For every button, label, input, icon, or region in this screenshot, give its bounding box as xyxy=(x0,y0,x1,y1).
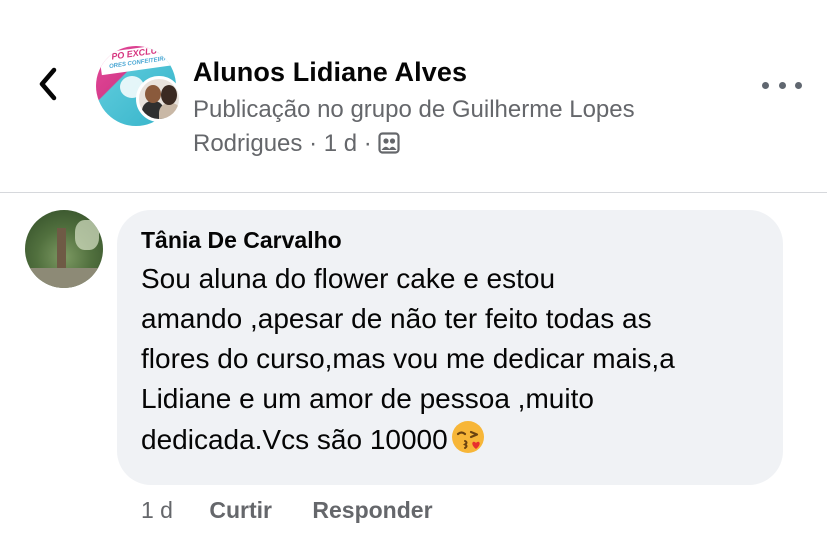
group-name[interactable]: Alunos Lidiane Alves xyxy=(193,57,467,88)
comment-last-line: dedicada.Vcs são 10000 xyxy=(141,419,771,466)
commenter-name[interactable]: Tânia De Carvalho xyxy=(141,227,342,254)
group-members-icon xyxy=(378,130,401,164)
chevron-left-icon xyxy=(39,67,57,101)
post-time[interactable]: 1 d xyxy=(324,130,357,157)
separator: · xyxy=(363,130,372,157)
group-avatar-banner: PO EXCLUS ORES CONFEITEIRA xyxy=(98,46,176,76)
divider xyxy=(0,192,827,193)
face-blowing-kiss-emoji xyxy=(450,419,486,466)
separator: · xyxy=(309,130,318,157)
post-subtitle-text[interactable]: Publicação no grupo de Guilherme Lopes R… xyxy=(193,96,635,157)
like-button[interactable]: Curtir xyxy=(209,497,272,524)
comment-time[interactable]: 1 d xyxy=(141,497,173,524)
author-avatar[interactable] xyxy=(136,76,182,122)
comment-line: amando ,apesar de não ter feito todas as xyxy=(141,303,652,334)
comment-line: Sou aluna do flower cake e estou xyxy=(141,263,556,294)
reply-button[interactable]: Responder xyxy=(312,497,432,524)
comment-line: dedicada.Vcs são 10000 xyxy=(141,424,448,455)
commenter-avatar[interactable] xyxy=(25,210,103,288)
comment-line: Lidiane e um amor de pessoa ,muito xyxy=(141,383,594,414)
back-button[interactable] xyxy=(30,62,66,106)
more-horizontal-icon xyxy=(762,81,769,89)
comment-actions: 1 d Curtir Responder xyxy=(141,497,433,524)
comment-line: flores do curso,mas vou me dedicar mais,… xyxy=(141,343,675,374)
comment-text: Sou aluna do flower cake e estou amando … xyxy=(141,259,771,466)
post-subtitle: Publicação no grupo de Guilherme Lopes R… xyxy=(193,93,733,164)
post-header: PO EXCLUS ORES CONFEITEIRA Alunos Lidian… xyxy=(0,0,827,192)
more-options-button[interactable] xyxy=(762,72,802,98)
